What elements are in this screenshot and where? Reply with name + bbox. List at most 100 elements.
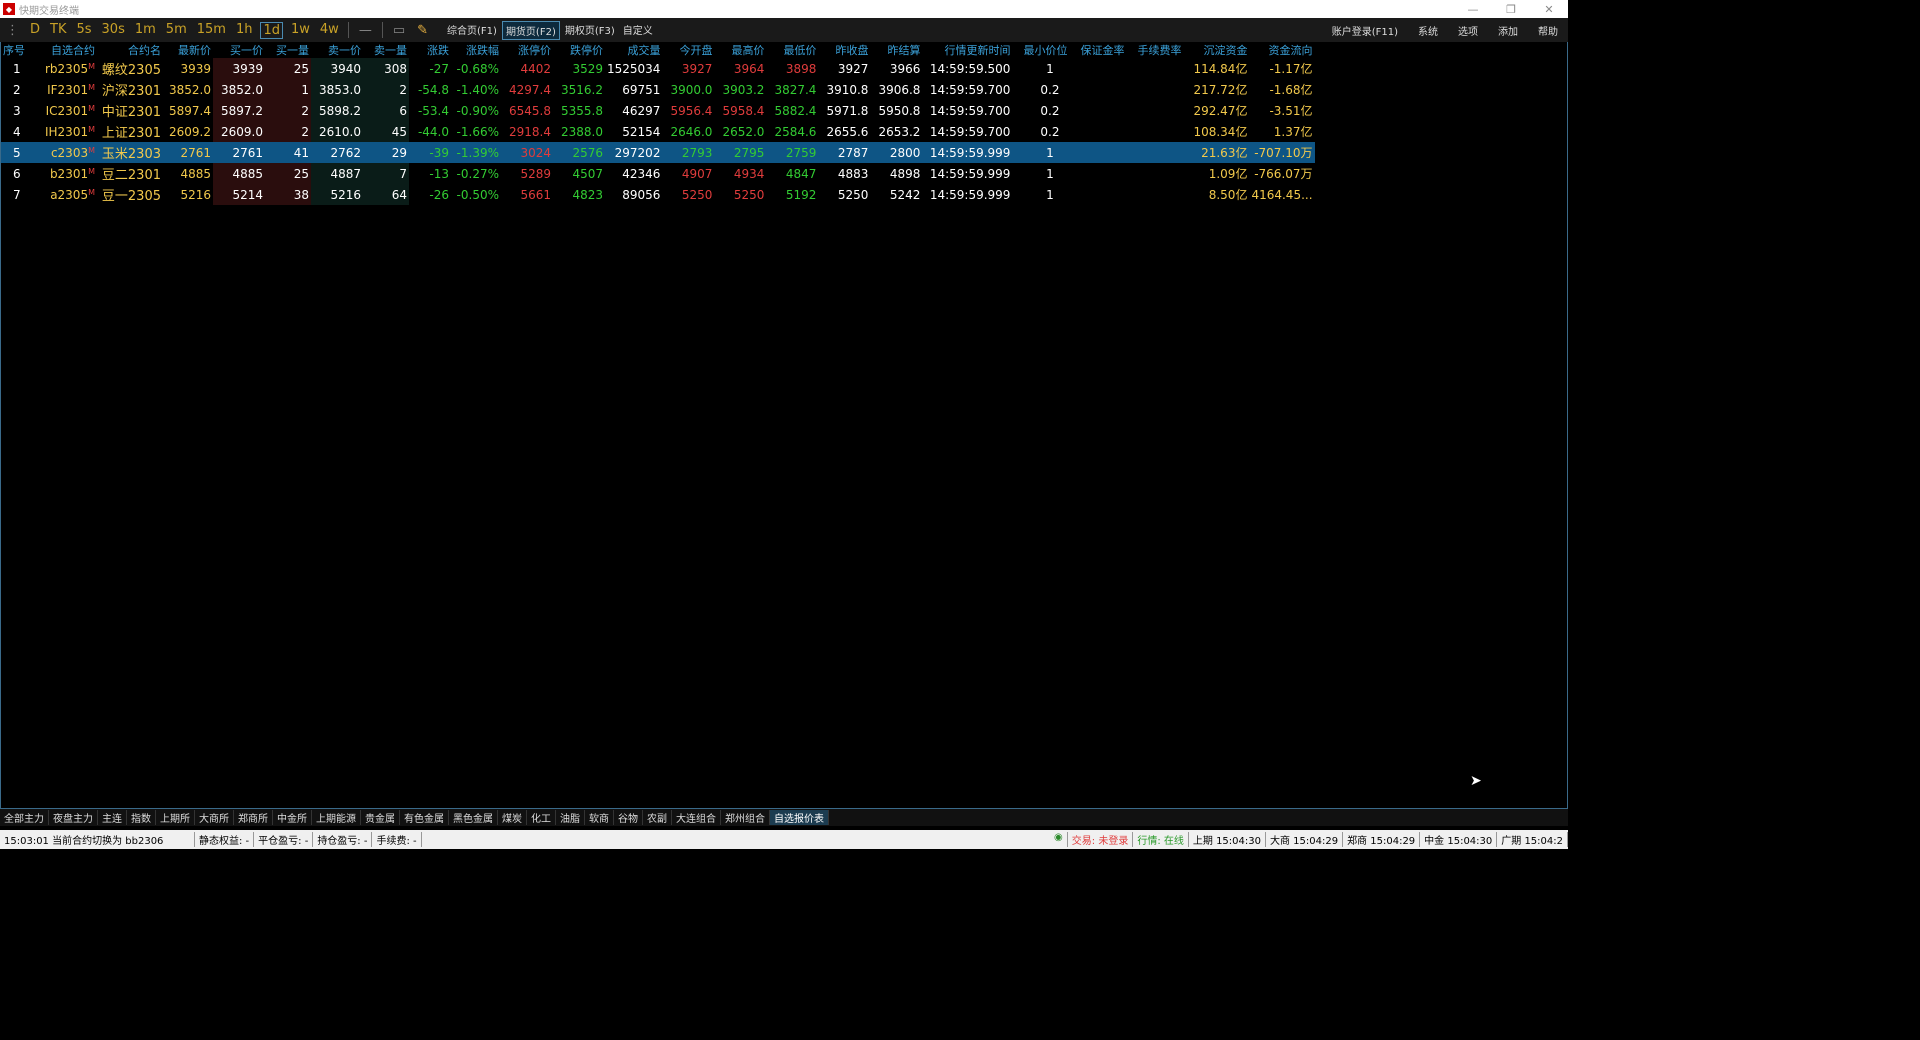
page-tab[interactable]: 期权页(F3): [562, 21, 618, 40]
column-header[interactable]: 手续费率: [1126, 42, 1183, 58]
category-tab[interactable]: 全部主力: [0, 810, 49, 825]
column-header[interactable]: 最小价位: [1012, 42, 1069, 58]
category-tab[interactable]: 化工: [527, 810, 556, 825]
period-1w-button[interactable]: 1w: [289, 22, 312, 39]
menu-item[interactable]: 账户登录(F11): [1332, 23, 1398, 38]
column-header[interactable]: 买一量: [265, 42, 311, 58]
category-tab[interactable]: 中金所: [273, 810, 312, 825]
period-1h-button[interactable]: 1h: [234, 22, 255, 39]
cell-low: 2584.6: [766, 121, 818, 142]
column-header[interactable]: 涨跌幅: [451, 42, 501, 58]
table-row[interactable]: 4 IH2301M 上证2301 2609.2 2609.0 2 2610.0 45 -44.0…: [1, 121, 1315, 142]
cell-fee: [1126, 163, 1183, 184]
category-tab[interactable]: 大商所: [195, 810, 234, 825]
cell-bidvol: 41: [265, 142, 311, 163]
column-header[interactable]: 涨停价: [501, 42, 553, 58]
category-tab[interactable]: 主连: [98, 810, 127, 825]
column-header[interactable]: 今开盘: [662, 42, 714, 58]
menu-item[interactable]: 帮助: [1538, 23, 1558, 38]
column-header[interactable]: 卖一量: [363, 42, 409, 58]
close-button[interactable]: ✕: [1530, 3, 1568, 16]
cell-preclose-value: 5250: [837, 187, 869, 202]
category-tab[interactable]: 郑商所: [234, 810, 273, 825]
category-tab[interactable]: 夜盘主力: [49, 810, 98, 825]
line-tool-icon[interactable]: —: [359, 23, 372, 38]
table-row[interactable]: 3 IC2301M 中证2301 5897.4 5897.2 2 5898.2 6 -53.4-…: [1, 100, 1315, 121]
column-header[interactable]: 最高价: [714, 42, 766, 58]
column-header[interactable]: 昨结算: [870, 42, 922, 58]
cell-time-value: 14:59:59.999: [929, 166, 1011, 181]
category-tab[interactable]: 郑州组合: [721, 810, 770, 825]
eraser-icon[interactable]: ✎: [417, 23, 428, 38]
cell-open: 2793: [662, 142, 715, 163]
period-d-button[interactable]: D: [28, 22, 42, 39]
column-header[interactable]: 保证金率: [1069, 42, 1126, 58]
table-row[interactable]: 6 b2301M 豆二2301 4885 4885 25 4887 7 -13 -0.27% 528…: [1, 163, 1315, 184]
cell-flow: -3.51亿: [1249, 100, 1314, 121]
period-15m-button[interactable]: 15m: [195, 22, 228, 39]
menu-item[interactable]: 系统: [1418, 23, 1438, 38]
column-header[interactable]: 资金流向: [1249, 42, 1314, 58]
category-tab[interactable]: 指数: [127, 810, 156, 825]
column-header[interactable]: 最低价: [766, 42, 818, 58]
cell-upper-value: 5661: [520, 187, 551, 202]
period-tk-button[interactable]: TK: [48, 22, 68, 39]
trade-status[interactable]: 交易: 未登录: [1068, 832, 1134, 847]
column-header[interactable]: 合约名: [97, 42, 163, 58]
period-30s-button[interactable]: 30s: [100, 22, 127, 39]
period-1m-button[interactable]: 1m: [133, 22, 158, 39]
category-tab[interactable]: 软商: [585, 810, 614, 825]
category-tab[interactable]: 自选报价表: [770, 810, 829, 825]
cell-ask-value: 5898.2: [319, 103, 361, 118]
cell-presettle: 2653.2: [870, 121, 922, 142]
period-4w-button[interactable]: 4w: [318, 22, 341, 39]
column-header[interactable]: 跌停价: [553, 42, 605, 58]
rectangle-tool-icon[interactable]: ▭: [393, 23, 405, 38]
cell-chg: -44.0: [409, 121, 451, 142]
column-header[interactable]: 买一价: [213, 42, 265, 58]
cell-fee: [1126, 142, 1184, 163]
minimize-button[interactable]: —: [1454, 3, 1492, 16]
category-tab[interactable]: 上期所: [156, 810, 195, 825]
category-tab[interactable]: 煤炭: [498, 810, 527, 825]
period-5s-button[interactable]: 5s: [74, 22, 93, 39]
restore-button[interactable]: ❐: [1492, 3, 1530, 16]
cell-bid: 2761: [213, 142, 265, 163]
column-header[interactable]: 涨跌: [409, 42, 451, 58]
column-header[interactable]: 行情更新时间: [922, 42, 1012, 58]
page-tab[interactable]: 综合页(F1): [444, 21, 500, 40]
category-tab[interactable]: 大连组合: [672, 810, 721, 825]
menu-item[interactable]: 选项: [1458, 23, 1478, 38]
app-logo-icon: ◆: [3, 3, 15, 15]
cell-time-value: 14:59:59.500: [929, 61, 1011, 76]
column-header[interactable]: 自选合约: [35, 42, 97, 58]
category-tab[interactable]: 谷物: [614, 810, 643, 825]
column-header[interactable]: 卖一价: [311, 42, 363, 58]
category-tab[interactable]: 上期能源: [312, 810, 361, 825]
table-row[interactable]: 7 a2305M 豆一2305 5216 5214 38 5216 64 -26 -0.50% 56…: [1, 184, 1315, 205]
page-tab[interactable]: 自定义: [620, 21, 656, 40]
table-row[interactable]: 1 rb2305M 螺纹2305 3939 3939 25 3940 308 -27 -0.68%…: [1, 58, 1315, 79]
category-tab[interactable]: 有色金属: [400, 810, 449, 825]
cell-bid: 5897.2: [213, 100, 265, 121]
cell-fund-value: 292.47亿: [1193, 104, 1248, 118]
category-tab[interactable]: 油脂: [556, 810, 585, 825]
period-5m-button[interactable]: 5m: [164, 22, 189, 39]
cell-bid-value: 3939: [232, 61, 263, 76]
column-header[interactable]: 昨收盘: [818, 42, 870, 58]
column-header[interactable]: 成交量: [605, 42, 662, 58]
menu-item[interactable]: 添加: [1498, 23, 1518, 38]
column-header[interactable]: 最新价: [163, 42, 213, 58]
cell-name-value: 豆二2301: [101, 168, 161, 183]
cell-flow: 4164.45...: [1249, 184, 1314, 205]
cell-fee: [1126, 121, 1183, 142]
category-tab[interactable]: 黑色金属: [449, 810, 498, 825]
table-row[interactable]: 2 IF2301M 沪深2301 3852.0 3852.0 1 3853.0 2 -54.8-…: [1, 79, 1315, 100]
column-header[interactable]: 序号: [1, 42, 35, 58]
period-1d-button[interactable]: 1d: [260, 21, 283, 39]
table-row[interactable]: 5 c2303M 玉米2303 2761 2761 41 2762 29 -39 -1.39% 30…: [1, 142, 1315, 163]
category-tab[interactable]: 农副: [643, 810, 672, 825]
category-tab[interactable]: 贵金属: [361, 810, 400, 825]
column-header[interactable]: 沉淀资金: [1183, 42, 1249, 58]
page-tab[interactable]: 期货页(F2): [501, 20, 560, 40]
